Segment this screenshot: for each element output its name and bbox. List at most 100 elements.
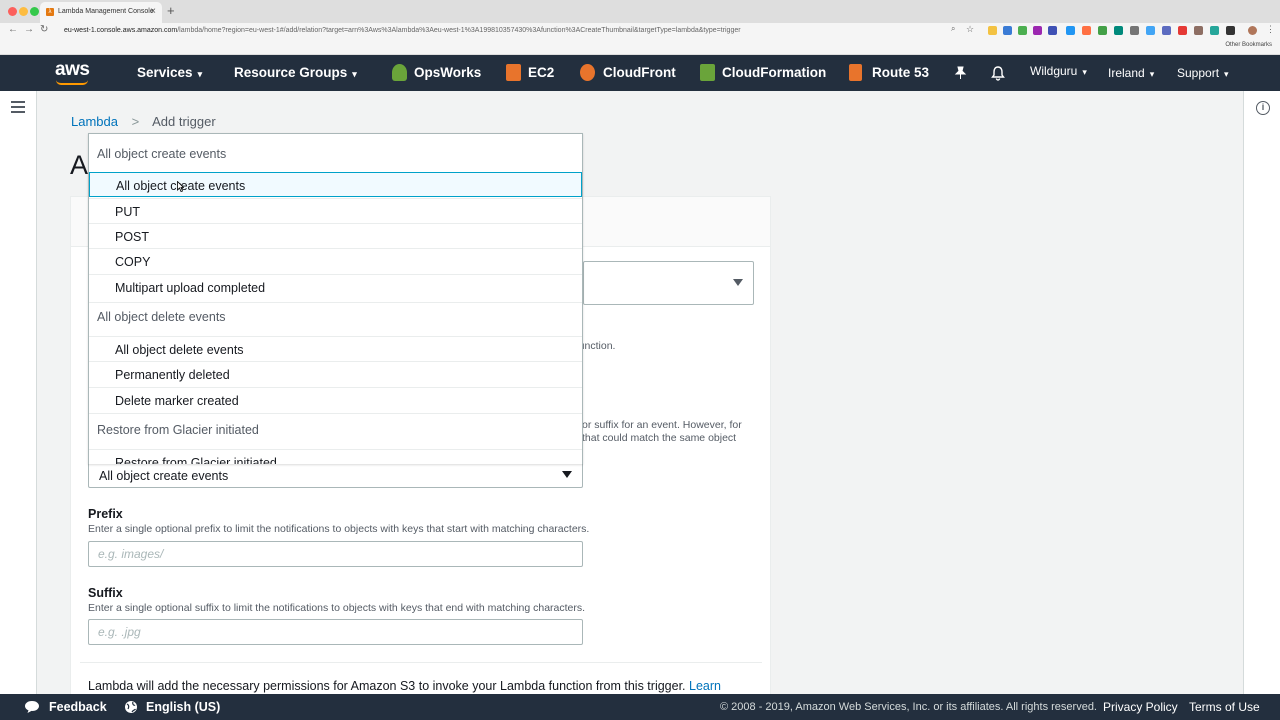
breadcrumb-current: Add trigger [152, 114, 216, 129]
extension-icon[interactable] [988, 26, 997, 35]
extension-icon[interactable] [1162, 26, 1171, 35]
cloudformation-shortcut[interactable]: CloudFormation [722, 65, 826, 80]
prefix-description: Enter a single optional prefix to limit … [88, 523, 590, 535]
divider [80, 662, 762, 663]
feedback-link[interactable]: Feedback [49, 700, 107, 714]
option-permanently-deleted[interactable]: Permanently deleted [89, 361, 582, 386]
profile-avatar[interactable] [1248, 26, 1257, 35]
chevron-down-icon: ▾ [197, 69, 203, 79]
bookmark-star-icon[interactable]: ☆ [966, 24, 974, 35]
option-restore-from-glacier-initiated[interactable]: Restore from Glacier initiated [89, 449, 582, 464]
cloudfront-shortcut[interactable]: CloudFront [603, 65, 676, 80]
extension-icon[interactable] [1082, 26, 1091, 35]
region-menu[interactable]: Ireland ▾ [1108, 66, 1154, 80]
suffix-label: Suffix [88, 586, 123, 600]
extension-icon[interactable] [1194, 26, 1203, 35]
opsworks-icon [392, 64, 407, 81]
option-copy[interactable]: COPY [89, 248, 582, 273]
group-header-restore: Restore from Glacier initiated [89, 413, 582, 447]
browser-menu-icon[interactable]: ⋮ [1266, 24, 1275, 35]
dropdown-arrow-icon [562, 471, 572, 478]
chevron-down-icon: ▾ [352, 69, 357, 79]
url-field[interactable]: eu-west-1.console.aws.amazon.com/lambda/… [58, 25, 970, 36]
back-arrow-icon[interactable]: ← [8, 24, 18, 35]
other-bookmarks[interactable]: Other Bookmarks [1225, 42, 1272, 48]
partially-hidden-text: or suffix for an event. However, for [582, 419, 742, 431]
mouse-cursor-icon [177, 181, 184, 192]
services-label: Services [137, 65, 193, 80]
tab-close-icon[interactable]: × [150, 6, 156, 17]
services-menu[interactable]: Services ▾ [137, 65, 202, 80]
extension-icon[interactable] [1003, 26, 1012, 35]
extension-icon[interactable] [1066, 26, 1075, 35]
forward-arrow-icon[interactable]: → [24, 24, 34, 35]
close-window-button[interactable] [8, 7, 17, 16]
suffix-description: Enter a single optional suffix to limit … [88, 602, 586, 614]
option-delete-marker-created[interactable]: Delete marker created [89, 387, 582, 412]
dropdown-arrow-icon [733, 279, 743, 286]
info-icon[interactable]: i [1256, 101, 1270, 115]
region-name: Ireland [1108, 66, 1145, 80]
address-bar-row: ← → ↻ eu-west-1.console.aws.amazon.com/l… [0, 23, 1280, 38]
extension-icon[interactable] [1130, 26, 1139, 35]
route53-shortcut[interactable]: Route 53 [872, 65, 929, 80]
minimize-window-button[interactable] [19, 7, 28, 16]
pin-icon[interactable] [954, 66, 967, 80]
privacy-policy-link[interactable]: Privacy Policy [1103, 700, 1178, 714]
event-type-dropdown-list: All object create events All object crea… [88, 133, 583, 464]
prefix-input[interactable] [88, 541, 583, 567]
aws-logo-smile [56, 80, 88, 85]
browser-tabstrip: λ Lambda Management Console × + [0, 0, 1280, 23]
extension-icon[interactable] [1048, 26, 1057, 35]
cloudfront-icon [580, 64, 595, 81]
option-multipart-upload-completed[interactable]: Multipart upload completed [89, 274, 582, 299]
hamburger-menu-icon[interactable] [11, 101, 25, 116]
copyright-text: © 2008 - 2019, Amazon Web Services, Inc.… [720, 701, 1097, 713]
url-path: /lambda/home?region=eu-west-1#/add/relat… [177, 27, 741, 34]
extension-icon[interactable] [1146, 26, 1155, 35]
maximize-window-button[interactable] [30, 7, 39, 16]
lambda-favicon-icon: λ [46, 8, 54, 16]
event-type-select[interactable]: All object create events [88, 462, 583, 488]
group-header-create: All object create events [97, 147, 227, 161]
option-post[interactable]: POST [89, 223, 582, 248]
extension-icon[interactable] [1098, 26, 1107, 35]
chevron-down-icon: ▾ [1082, 67, 1087, 77]
ec2-shortcut[interactable]: EC2 [528, 65, 554, 80]
extension-icon[interactable] [1114, 26, 1123, 35]
extension-icon[interactable] [1018, 26, 1027, 35]
console-footer: Feedback English (US) © 2008 - 2019, Ama… [0, 694, 1280, 720]
resource-groups-menu[interactable]: Resource Groups ▾ [234, 65, 357, 80]
reload-icon[interactable]: ↻ [40, 24, 48, 35]
option-all-object-delete-events[interactable]: All object delete events [89, 336, 582, 361]
extension-icon[interactable] [1033, 26, 1042, 35]
browser-tab[interactable]: λ Lambda Management Console × [40, 2, 162, 23]
opsworks-shortcut[interactable]: OpsWorks [414, 65, 481, 80]
option-put[interactable]: PUT [89, 198, 582, 223]
feedback-icon [25, 701, 39, 713]
suffix-input[interactable] [88, 619, 583, 645]
terms-of-use-link[interactable]: Terms of Use [1189, 700, 1260, 714]
learn-more-link[interactable]: Learn [689, 679, 721, 693]
support-menu[interactable]: Support ▾ [1177, 66, 1229, 80]
option-all-object-create-events[interactable]: All object create events [89, 172, 582, 197]
account-name: Wildguru [1030, 64, 1078, 78]
extension-icon[interactable] [1226, 26, 1235, 35]
group-header-delete: All object delete events [89, 302, 582, 336]
bell-icon[interactable] [991, 65, 1005, 81]
extension-icon[interactable] [1210, 26, 1219, 35]
breadcrumb-lambda-link[interactable]: Lambda [71, 114, 118, 129]
prefix-label: Prefix [88, 507, 123, 521]
aws-logo[interactable]: aws [55, 59, 90, 81]
zoom-icon[interactable]: ⌕ [951, 24, 955, 34]
new-tab-button[interactable]: + [167, 3, 175, 18]
help-panel-rail: i [1243, 91, 1280, 694]
account-menu[interactable]: Wildguru ▾ [1030, 64, 1087, 78]
tab-title: Lambda Management Console [58, 8, 154, 15]
event-type-value: All object create events [99, 469, 229, 483]
chevron-down-icon: ▾ [1149, 69, 1155, 79]
language-selector[interactable]: English (US) [146, 700, 220, 714]
extension-icon[interactable] [1178, 26, 1187, 35]
breadcrumb: Lambda > Add trigger [71, 114, 216, 129]
trigger-source-select[interactable] [583, 261, 754, 305]
